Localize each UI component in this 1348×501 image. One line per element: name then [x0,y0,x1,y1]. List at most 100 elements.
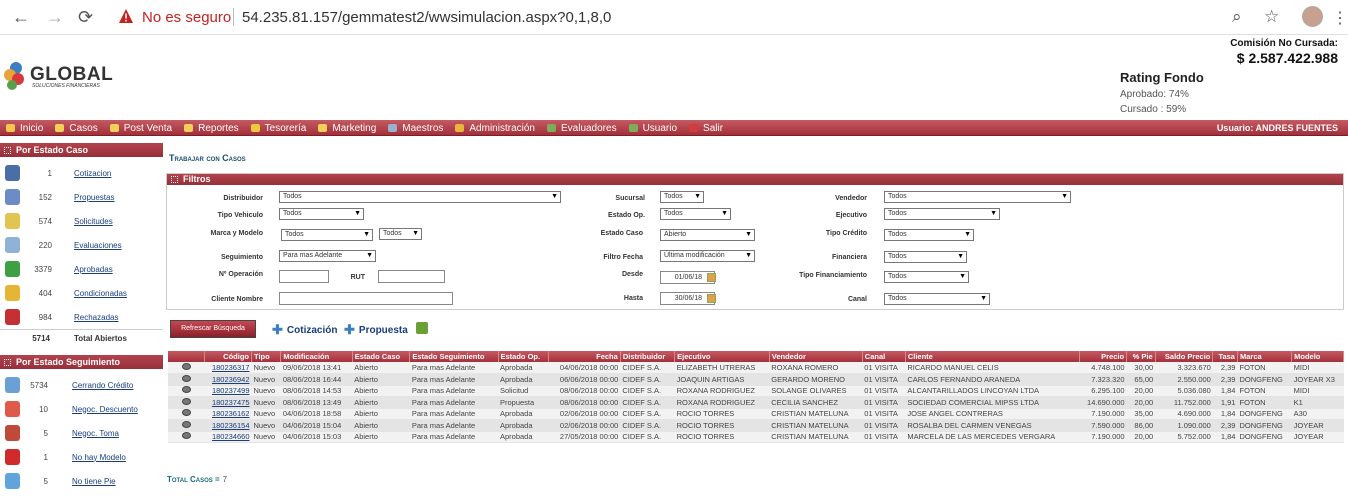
sidebar-link[interactable]: No tiene Pie [72,477,116,486]
calendar-icon[interactable] [707,273,716,282]
column-header[interactable]: Estado Caso [352,351,411,362]
menu-item-label[interactable]: Usuario [643,123,677,134]
case-code-link[interactable]: 180236317 [204,362,252,374]
menu-item-1[interactable]: Casos [55,123,98,134]
column-header[interactable]: Ejecutivo [674,351,770,362]
star-icon[interactable]: ☆ [1264,7,1279,27]
view-icon[interactable] [181,386,191,394]
tipo-credito-select[interactable]: Todos [884,229,974,241]
cotizacion-label[interactable]: Cotización [287,325,338,336]
calendar-icon[interactable] [707,294,716,303]
cliente-nombre-input[interactable] [279,292,453,305]
table-row[interactable]: 180236317 Nuevo 09/06/2018 13:41 Abierto Par… [168,362,1344,374]
sidebar-link[interactable]: Propuestas [74,193,114,202]
column-header[interactable]: % Pie [1126,351,1156,362]
menu-item-label[interactable]: Administración [469,123,535,134]
sidebar-link[interactable]: Negoc. Descuento [72,405,138,414]
menu-item-7[interactable]: Administración [455,123,535,134]
export-excel-icon[interactable] [416,322,428,334]
view-icon[interactable] [181,363,191,370]
menu-item-label[interactable]: Evaluadores [561,123,617,134]
column-header[interactable]: Cliente [905,351,1080,362]
kebab-menu-icon[interactable]: ⋮ [1332,8,1348,28]
column-header[interactable]: Modelo [1291,351,1344,362]
propuesta-link[interactable]: ✚ Propuesta [344,322,408,338]
security-label[interactable]: No es seguro [142,9,231,26]
column-header[interactable]: Canal [862,351,906,362]
warning-icon[interactable] [118,8,134,24]
menu-item-9[interactable]: Usuario [628,123,677,134]
case-code-link[interactable]: 180237475 [204,396,252,409]
column-header[interactable]: Tipo [251,351,282,362]
modelo-select[interactable]: Todos [379,228,422,240]
menu-item-label[interactable]: Maestros [402,123,443,134]
menu-item-3[interactable]: Reportes [184,123,239,134]
table-row[interactable]: 180236942 Nuevo 08/06/2018 16:44 Abierto Par… [168,373,1344,386]
column-header[interactable]: Estado Op. [498,351,550,362]
case-code-link[interactable]: 180236942 [204,373,252,386]
filtro-fecha-select[interactable]: Última modificación [660,250,755,262]
refrescar-busqueda-button[interactable]: Refrescar Búsqueda [170,320,256,338]
case-code-link[interactable]: 180234660 [204,431,252,443]
avatar[interactable] [1302,6,1323,27]
seguimiento-select[interactable]: Para mas Adelante [279,250,376,262]
propuesta-label[interactable]: Propuesta [359,325,408,336]
cotizacion-link[interactable]: ✚ Cotización [272,322,337,338]
column-header[interactable]: Código [204,351,252,362]
table-row[interactable]: 180237499 Nuevo 08/06/2018 14:53 Abierto Par… [168,385,1344,397]
sucursal-select[interactable]: Todos [660,191,704,203]
table-row[interactable]: 180236162 Nuevo 04/06/2018 18:58 Abierto Par… [168,408,1344,420]
view-icon[interactable] [181,409,191,417]
table-row[interactable]: 180237475 Nuevo 08/06/2018 13:49 Abierto Par… [168,396,1344,409]
column-header[interactable]: Vendedor [769,351,863,362]
column-header[interactable]: Estado Seguimiento [409,351,499,362]
sidebar-link[interactable]: Aprobadas [74,265,113,274]
case-code-link[interactable]: 180236154 [204,419,252,432]
sidebar-link[interactable]: Condicionadas [74,289,127,298]
menu-item-label[interactable]: Reportes [198,123,239,134]
menu-item-8[interactable]: Evaluadores [546,123,617,134]
canal-select[interactable]: Todos [884,293,990,305]
column-header[interactable]: Fecha [548,351,621,362]
menu-item-label[interactable]: Marketing [332,123,376,134]
table-row[interactable]: 180234660 Nuevo 04/06/2018 15:03 Abierto Par… [168,431,1344,443]
estado-caso-select[interactable]: Abierto [660,229,755,241]
column-header[interactable]: Tasa [1212,351,1238,362]
case-code-link[interactable]: 180237499 [204,385,252,397]
sidebar-link[interactable]: Cotizacion [74,169,111,178]
zoom-icon[interactable]: ⌕ [1232,7,1242,27]
menu-item-5[interactable]: Marketing [318,123,376,134]
sidebar-link[interactable]: Evaluaciones [74,241,122,250]
table-row[interactable]: 180236154 Nuevo 04/06/2018 15:04 Abierto Par… [168,419,1344,432]
view-icon[interactable] [181,397,191,405]
marca-select[interactable]: Todos [281,229,373,241]
menu-item-label[interactable]: Inicio [20,123,43,134]
vendedor-select[interactable]: Todos [884,191,1071,203]
sidebar-link[interactable]: Rechazadas [74,313,118,322]
menu-item-label[interactable]: Salir [703,123,723,134]
menu-item-2[interactable]: Post Venta [109,123,172,134]
menu-item-label[interactable]: Post Venta [124,123,172,134]
tipo-vehiculo-select[interactable]: Todos [279,208,364,220]
menu-item-10[interactable]: Salir [689,123,723,134]
sidebar-link[interactable]: Negoc. Toma [72,429,119,438]
menu-item-label[interactable]: Casos [69,123,97,134]
estado-op-select[interactable]: Todos [660,208,731,220]
address-bar[interactable]: 54.235.81.157/gemmatest2/wwsimulacion.as… [242,9,611,26]
financiera-select[interactable]: Todos [884,251,967,263]
menu-item-0[interactable]: Inicio [6,123,43,134]
view-icon[interactable] [181,432,191,440]
column-header[interactable]: Precio [1079,351,1128,362]
back-icon[interactable]: ← [12,7,30,28]
view-icon[interactable] [181,420,191,428]
sidebar-link[interactable]: No hay Modelo [72,453,126,462]
distribuidor-select[interactable]: Todos [279,191,561,203]
reload-icon[interactable]: ⟳ [78,7,93,28]
menu-item-6[interactable]: Maestros [388,123,443,134]
view-icon[interactable] [181,374,191,382]
tipo-financiamiento-select[interactable]: Todos [884,271,969,283]
case-code-link[interactable]: 180236162 [204,408,252,420]
ejecutivo-select[interactable]: Todos [884,208,1000,220]
column-header[interactable]: Saldo Precio [1155,351,1214,362]
forward-icon[interactable]: → [46,7,64,28]
